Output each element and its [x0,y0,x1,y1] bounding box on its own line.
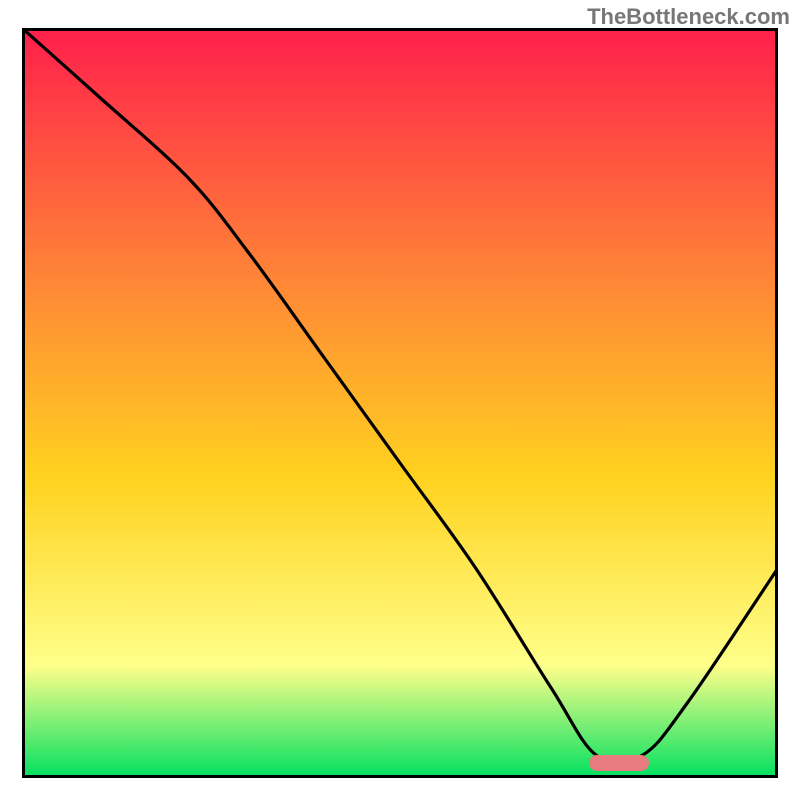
optimal-range-marker [589,755,649,771]
chart-container: TheBottleneck.com [0,0,800,800]
watermark-text: TheBottleneck.com [587,4,790,30]
gradient-background [22,28,778,778]
plot-area [22,28,778,778]
bottleneck-chart-svg [22,28,778,778]
